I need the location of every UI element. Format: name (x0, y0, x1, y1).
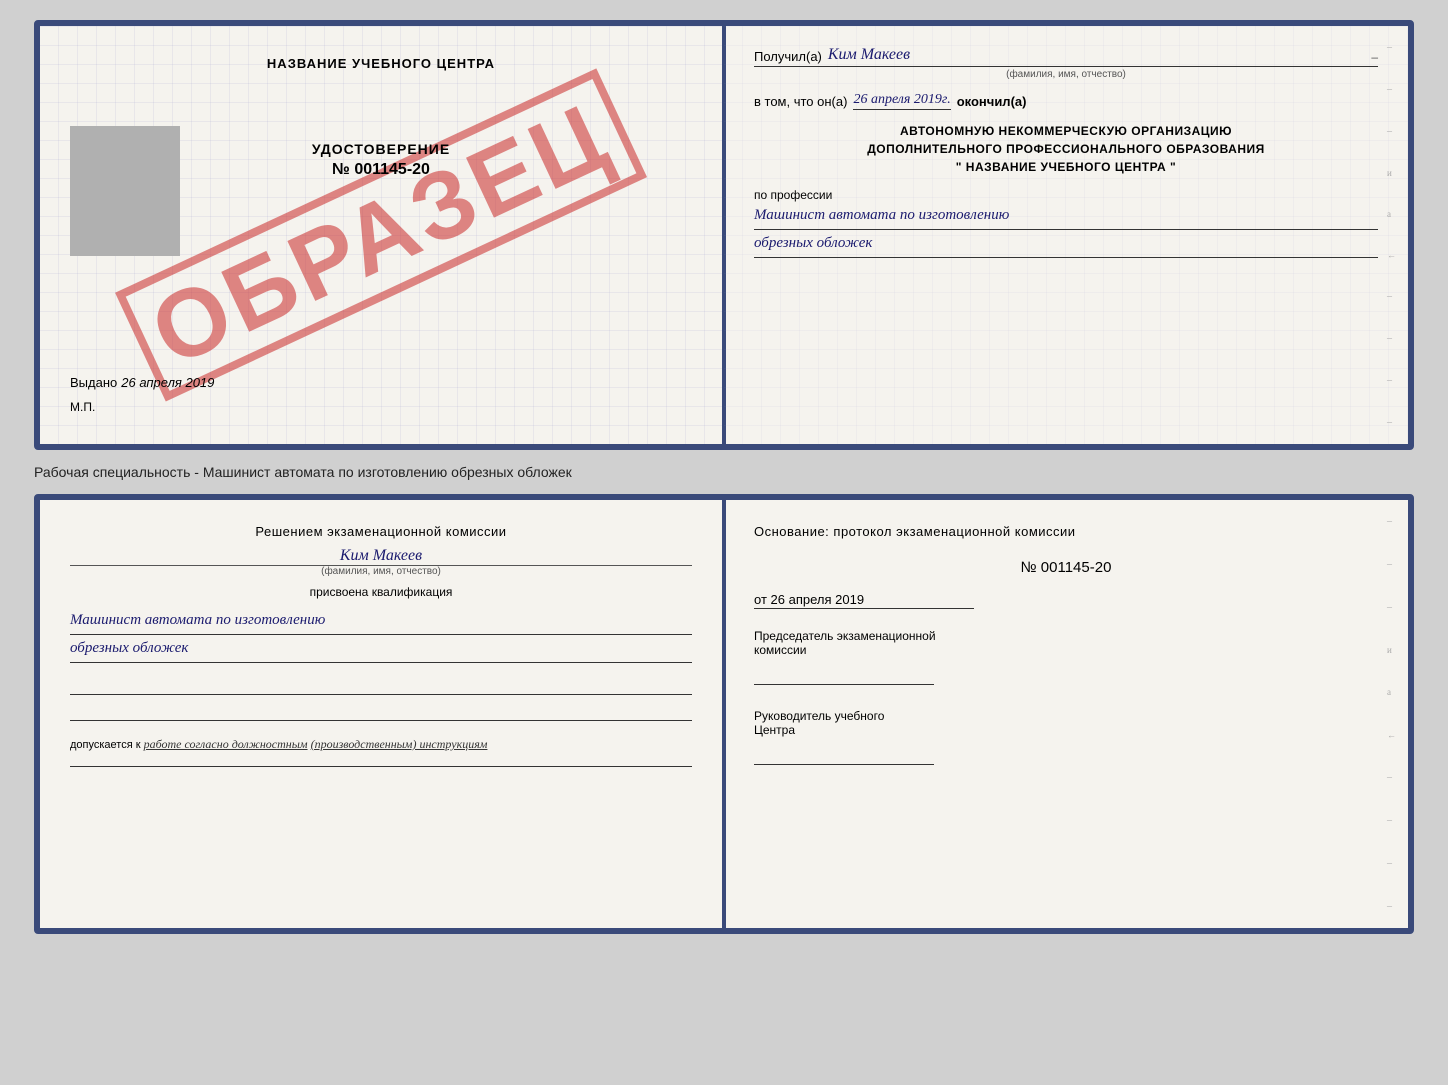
qual-line-1 (70, 675, 692, 695)
org-line1: АВТОНОМНУЮ НЕКОММЕРЧЕСКУЮ ОРГАНИЗАЦИЮ (754, 122, 1378, 140)
osnov-date: 26 апреля 2019 (771, 592, 865, 607)
osnov-date-prefix: от (754, 592, 767, 607)
diploma-right-page: Получил(а) Ким Макеев – (фамилия, имя, о… (724, 26, 1408, 444)
rukov-sign-line (754, 741, 934, 765)
osnov-date-block: от 26 апреля 2019 (754, 592, 974, 609)
qual-right-edge-dashes: ––– и а ← –––– (1387, 500, 1396, 928)
osnov-num: № 001145-20 (754, 559, 1378, 576)
vydano-line: Выдано 26 апреля 2019 (70, 374, 692, 392)
osnov-block: Основание: протокол экзаменационной коми… (754, 524, 1378, 539)
profession-value-1: Машинист автомата по изготовлению (754, 202, 1378, 230)
vtom-block: в том, что он(а) 26 апреля 2019г. окончи… (754, 92, 1378, 110)
qual-profession-1: Машинист автомата по изготовлению (70, 607, 692, 635)
poluchil-label: Получил(а) (754, 49, 822, 64)
poluchil-name: Ким Макеев (828, 46, 910, 64)
qual-dopusk-block: допускается к работе согласно должностны… (70, 737, 692, 752)
predsedatel-block: Председатель экзаменационной комиссии (754, 629, 1378, 685)
profession-label: по профессии (754, 188, 1378, 202)
org-line3: " НАЗВАНИЕ УЧЕБНОГО ЦЕНТРА " (754, 158, 1378, 176)
specialty-label: Рабочая специальность - Машинист автомат… (34, 460, 572, 484)
qual-assigned: присвоена квалификация (70, 585, 692, 599)
udostoverenie-number: № 001145-20 (312, 161, 450, 179)
mp-label: М.П. (70, 400, 692, 414)
predsedatel-label: Председатель экзаменационной (754, 629, 1378, 643)
qual-decision: Решением экзаменационной комиссии (70, 524, 692, 539)
qual-dopusk-line (70, 766, 692, 767)
watermark-obrazec: ОБРАЗЕЦ (115, 68, 647, 401)
qual-dopusk-cont: (производственным) инструкциям (311, 737, 488, 751)
vydano-date: 26 апреля 2019 (121, 375, 214, 390)
org-block: АВТОНОМНУЮ НЕКОММЕРЧЕСКУЮ ОРГАНИЗАЦИЮ ДО… (754, 122, 1378, 176)
qual-dopusk-val: работе согласно должностным (144, 737, 308, 751)
diploma-book: НАЗВАНИЕ УЧЕБНОГО ЦЕНТРА УДОСТОВЕРЕНИЕ №… (34, 20, 1414, 450)
rukov-label: Руководитель учебного (754, 709, 1378, 723)
udostoverenie-title: УДОСТОВЕРЕНИЕ (312, 141, 450, 157)
document-container: НАЗВАНИЕ УЧЕБНОГО ЦЕНТРА УДОСТОВЕРЕНИЕ №… (34, 20, 1414, 934)
vtom-prefix: в том, что он(а) (754, 94, 847, 109)
qual-line-2 (70, 701, 692, 721)
qual-profession-block: Машинист автомата по изготовлению обрезн… (70, 607, 692, 663)
diploma-left-page: НАЗВАНИЕ УЧЕБНОГО ЦЕНТРА УДОСТОВЕРЕНИЕ №… (40, 26, 724, 444)
vtom-date: 26 апреля 2019г. (853, 92, 950, 110)
poluchil-block: Получил(а) Ким Макеев – (фамилия, имя, о… (754, 46, 1378, 80)
qual-dopusk-prefix: допускается к (70, 739, 141, 751)
poluchil-subtitle: (фамилия, имя, отчество) (754, 69, 1378, 80)
diploma-vydano-block: Выдано 26 апреля 2019 М.П. (70, 374, 692, 414)
photo-placeholder (70, 126, 180, 256)
qual-profession-2: обрезных обложек (70, 635, 692, 663)
qual-book: Решением экзаменационной комиссии Ким Ма… (34, 494, 1414, 934)
rukov-label2: Центра (754, 723, 1378, 737)
qual-name: Ким Макеев (70, 547, 692, 565)
rukov-block: Руководитель учебного Центра (754, 709, 1378, 765)
predsedatel-sign-line (754, 661, 934, 685)
qual-name-sub: (фамилия, имя, отчество) (70, 565, 692, 577)
diploma-school-title: НАЗВАНИЕ УЧЕБНОГО ЦЕНТРА (267, 56, 495, 71)
qual-signature-lines (70, 675, 692, 721)
udostoverenie-block: УДОСТОВЕРЕНИЕ № 001145-20 (312, 141, 450, 179)
qual-name-block: Ким Макеев (фамилия, имя, отчество) (70, 547, 692, 577)
profession-block: по профессии Машинист автомата по изгото… (754, 188, 1378, 258)
org-line2: ДОПОЛНИТЕЛЬНОГО ПРОФЕССИОНАЛЬНОГО ОБРАЗО… (754, 140, 1378, 158)
profession-value-2: обрезных обложек (754, 230, 1378, 258)
qual-right-page: Основание: протокол экзаменационной коми… (724, 500, 1408, 928)
predsedatel-label2: комиссии (754, 643, 1378, 657)
right-edge-dashes: ––– и а ← –––– (1387, 26, 1396, 444)
vtom-suffix: окончил(а) (957, 94, 1027, 109)
vydano-label: Выдано (70, 375, 117, 390)
qual-left-page: Решением экзаменационной комиссии Ким Ма… (40, 500, 724, 928)
